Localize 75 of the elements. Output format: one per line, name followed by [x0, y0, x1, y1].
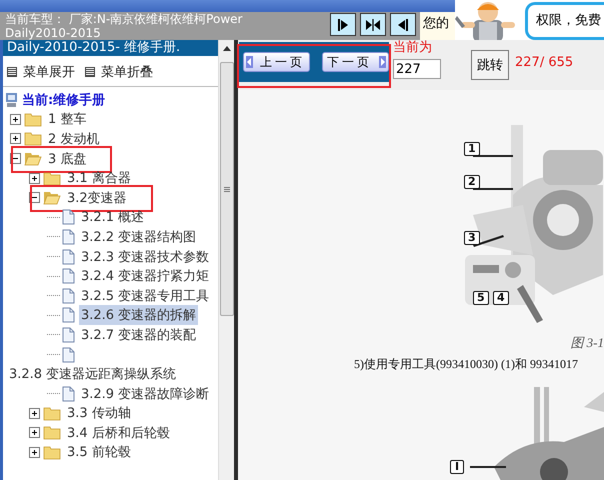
page-icon: [62, 307, 75, 324]
manual-text: 5)使用专用工具(993410030) (1)和 99341017: [354, 356, 579, 373]
page-icon: [62, 248, 75, 265]
arrow-left-icon: [246, 56, 253, 68]
folder-icon: [43, 425, 61, 440]
tree-item[interactable]: 3.4 后桥和后轮毂: [65, 422, 172, 443]
page-icon: [62, 288, 75, 304]
open-folder-icon: [43, 190, 61, 206]
expand-icon[interactable]: [10, 133, 21, 144]
page-icon: [62, 326, 75, 343]
tree-item[interactable]: 3.2.4 变速器拧紧力矩: [79, 266, 212, 286]
callout-label: 3: [464, 231, 480, 245]
scrollbar[interactable]: [218, 40, 234, 480]
expand-icon[interactable]: [29, 408, 40, 419]
page-icon: [62, 346, 75, 363]
page-number-field[interactable]: 227: [393, 59, 441, 79]
arrow-left-icon: [396, 18, 410, 32]
tree-item[interactable]: 3.2.3 变速器技术参数: [79, 246, 212, 267]
tree-item[interactable]: 3.2变速器: [65, 188, 129, 208]
tree-item[interactable]: 3.1 离合器: [65, 168, 133, 188]
callout-label: 5: [473, 291, 489, 305]
tree-item[interactable]: 3.2.5 变速器专用工具: [79, 286, 212, 306]
callout-label: 2: [464, 175, 480, 189]
tree-item[interactable]: 3.3 传动轴: [65, 403, 133, 424]
tree-root-label: 当前:维修手册: [22, 92, 106, 109]
expand-icon[interactable]: [29, 172, 40, 184]
split-view-button[interactable]: [360, 13, 386, 36]
caret-up-icon: [222, 46, 230, 50]
page-icon: [62, 228, 75, 245]
callout-label: I: [450, 460, 464, 474]
speech-bubble: 权限，免费: [525, 2, 604, 40]
menu-icon: [85, 67, 95, 77]
page-count: 227/ 655: [515, 55, 574, 70]
folder-icon: [24, 112, 42, 127]
tree-item[interactable]: 1 整车: [46, 109, 88, 130]
page-icon: [62, 209, 75, 226]
expand-icon[interactable]: [29, 446, 40, 458]
tree-item[interactable]: 3.2.2 变速器结构图: [79, 226, 198, 247]
previous-page-button[interactable]: 上一页: [243, 52, 310, 72]
arrows-inward-icon: [365, 18, 381, 32]
callout-label: 1: [464, 142, 480, 156]
go-button[interactable]: 跳转: [471, 50, 509, 80]
tree-item[interactable]: 3.2.1 概述: [79, 207, 146, 228]
tree-item[interactable]: 3 底盘: [46, 148, 88, 169]
expand-icon[interactable]: [10, 114, 21, 125]
tree-item[interactable]: 3.5 前轮毂: [65, 442, 133, 462]
tree-item[interactable]: 3.2.9 变速器故障诊断: [79, 384, 212, 404]
page-icon: [62, 386, 75, 402]
car-model-info: 当前车型： 厂家:N-南京依维柯依维柯Power Daily2010-2015: [4, 12, 244, 40]
folder-icon: [43, 170, 61, 186]
open-folder-icon: [24, 151, 42, 166]
manual-title: Daily-2010-2015- 维修手册.: [3, 40, 218, 56]
notice-text: 您的: [420, 12, 455, 40]
tree-item[interactable]: 3.2.8 变速器远距离操纵系统: [7, 364, 178, 384]
next-page-button[interactable]: 下一页: [322, 52, 389, 72]
folder-icon: [43, 406, 61, 421]
tree-item[interactable]: 3.2.7 变速器的装配: [79, 324, 198, 345]
menu-link[interactable]: 菜单展开: [23, 63, 75, 81]
expand-left-button[interactable]: [390, 13, 416, 36]
folder-icon: [43, 444, 61, 460]
expand-right-button[interactable]: [330, 13, 356, 36]
arrow-right-icon: [379, 56, 386, 68]
tree-item[interactable]: 2 发动机: [46, 128, 102, 149]
current-page-label: 当前为: [393, 40, 433, 56]
folder-icon: [24, 131, 42, 146]
expand-icon[interactable]: [29, 427, 40, 438]
callout-label: 4: [493, 291, 509, 305]
menu-icon: [7, 67, 17, 77]
menu-link[interactable]: 菜单折叠: [101, 63, 153, 81]
scroll-thumb[interactable]: [220, 62, 234, 316]
figure-caption: 图 3-1: [570, 335, 604, 351]
computer-icon: [5, 92, 19, 108]
arrow-right-icon: [336, 18, 350, 32]
tree-item[interactable]: 3.2.6 变速器的拆解: [79, 305, 198, 326]
page-icon: [62, 268, 75, 284]
